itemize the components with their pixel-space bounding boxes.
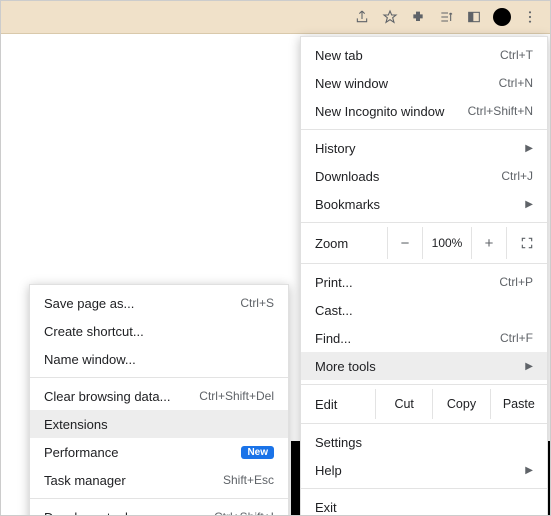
- menu-separator: [301, 263, 547, 264]
- menu-separator: [30, 498, 288, 499]
- menu-item-performance[interactable]: Performance New: [30, 438, 288, 466]
- menu-label: Help: [315, 463, 513, 478]
- menu-item-zoom: Zoom − 100% +: [301, 227, 547, 259]
- submenu-arrow-icon: [521, 143, 533, 154]
- menu-item-settings[interactable]: Settings: [301, 428, 547, 456]
- side-panel-icon[interactable]: [462, 5, 486, 29]
- zoom-label: Zoom: [315, 236, 387, 251]
- zoom-value: 100%: [422, 227, 471, 259]
- menu-item-print[interactable]: Print...Ctrl+P: [301, 268, 547, 296]
- menu-label: Create shortcut...: [44, 324, 274, 339]
- menu-item-downloads[interactable]: DownloadsCtrl+J: [301, 162, 547, 190]
- menu-item-bookmarks[interactable]: Bookmarks: [301, 190, 547, 218]
- menu-label: Name window...: [44, 352, 274, 367]
- menu-label: New window: [315, 76, 499, 91]
- submenu-arrow-icon: [521, 361, 533, 372]
- menu-item-create-shortcut[interactable]: Create shortcut...: [30, 317, 288, 345]
- new-badge: New: [241, 446, 274, 459]
- menu-label: Task manager: [44, 473, 223, 488]
- menu-label: Find...: [315, 331, 500, 346]
- menu-accel: Ctrl+N: [499, 76, 533, 90]
- menu-accel: Ctrl+T: [500, 48, 533, 62]
- menu-separator: [301, 423, 547, 424]
- menu-separator: [301, 488, 547, 489]
- menu-label: Downloads: [315, 169, 501, 184]
- menu-label: Bookmarks: [315, 197, 513, 212]
- menu-item-task-manager[interactable]: Task managerShift+Esc: [30, 466, 288, 494]
- reading-list-icon[interactable]: [434, 5, 458, 29]
- menu-item-clear-browsing-data[interactable]: Clear browsing data...Ctrl+Shift+Del: [30, 382, 288, 410]
- menu-accel: Ctrl+P: [499, 275, 533, 289]
- menu-label: New Incognito window: [315, 104, 468, 119]
- menu-item-new-incognito[interactable]: New Incognito windowCtrl+Shift+N: [301, 97, 547, 125]
- menu-item-exit[interactable]: Exit: [301, 493, 547, 516]
- zoom-in-button[interactable]: +: [471, 227, 506, 259]
- menu-label: Developer tools: [44, 510, 214, 516]
- menu-accel: Ctrl+Shift+I: [214, 510, 274, 516]
- copy-button[interactable]: Copy: [432, 389, 489, 419]
- menu-item-new-window[interactable]: New windowCtrl+N: [301, 69, 547, 97]
- menu-accel: Ctrl+J: [501, 169, 533, 183]
- menu-item-save-page[interactable]: Save page as...Ctrl+S: [30, 289, 288, 317]
- menu-label: More tools: [315, 359, 513, 374]
- puzzle-icon[interactable]: [406, 5, 430, 29]
- paste-button[interactable]: Paste: [490, 389, 547, 419]
- menu-separator: [301, 384, 547, 385]
- menu-label: Clear browsing data...: [44, 389, 199, 404]
- menu-label: Performance: [44, 445, 235, 460]
- browser-toolbar: [1, 1, 550, 33]
- menu-label: New tab: [315, 48, 500, 63]
- menu-item-more-tools[interactable]: More tools: [301, 352, 547, 380]
- kebab-menu-icon[interactable]: [518, 5, 542, 29]
- menu-separator: [301, 129, 547, 130]
- menu-item-new-tab[interactable]: New tabCtrl+T: [301, 41, 547, 69]
- menu-label: Extensions: [44, 417, 274, 432]
- fullscreen-button[interactable]: [506, 227, 547, 259]
- menu-label: Save page as...: [44, 296, 240, 311]
- menu-label: Cast...: [315, 303, 533, 318]
- menu-label: Exit: [315, 500, 533, 515]
- profile-avatar[interactable]: [490, 5, 514, 29]
- menu-item-help[interactable]: Help: [301, 456, 547, 484]
- menu-label: Settings: [315, 435, 533, 450]
- submenu-arrow-icon: [521, 199, 533, 210]
- zoom-out-button[interactable]: −: [387, 227, 422, 259]
- menu-accel: Ctrl+S: [240, 296, 274, 310]
- menu-label: History: [315, 141, 513, 156]
- menu-accel: Shift+Esc: [223, 473, 274, 487]
- menu-item-cast[interactable]: Cast...: [301, 296, 547, 324]
- menu-label: Print...: [315, 275, 499, 290]
- menu-accel: Ctrl+F: [500, 331, 533, 345]
- menu-item-find[interactable]: Find...Ctrl+F: [301, 324, 547, 352]
- more-tools-submenu: Save page as...Ctrl+S Create shortcut...…: [29, 284, 289, 516]
- menu-accel: Ctrl+Shift+Del: [199, 389, 274, 403]
- cut-button[interactable]: Cut: [375, 389, 432, 419]
- star-icon[interactable]: [378, 5, 402, 29]
- chrome-main-menu: New tabCtrl+T New windowCtrl+N New Incog…: [300, 36, 548, 516]
- menu-separator: [30, 377, 288, 378]
- share-icon[interactable]: [350, 5, 374, 29]
- menu-item-edit: Edit Cut Copy Paste: [301, 389, 547, 419]
- menu-item-developer-tools[interactable]: Developer toolsCtrl+Shift+I: [30, 503, 288, 516]
- menu-accel: Ctrl+Shift+N: [468, 104, 533, 118]
- menu-item-name-window[interactable]: Name window...: [30, 345, 288, 373]
- menu-item-history[interactable]: History: [301, 134, 547, 162]
- menu-item-extensions[interactable]: Extensions: [30, 410, 288, 438]
- edit-label: Edit: [315, 397, 375, 412]
- submenu-arrow-icon: [521, 465, 533, 476]
- menu-separator: [301, 222, 547, 223]
